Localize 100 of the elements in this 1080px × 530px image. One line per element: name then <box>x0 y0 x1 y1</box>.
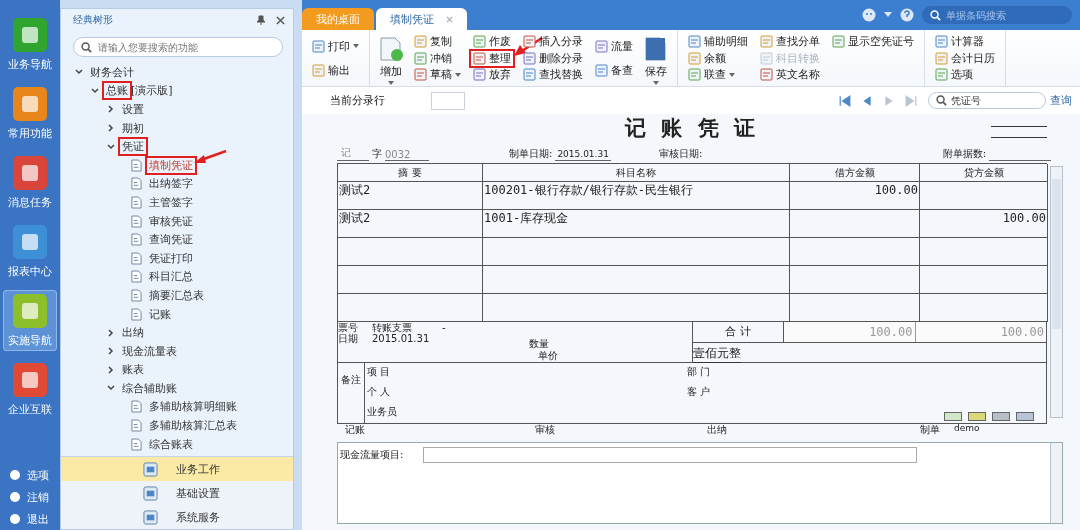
input-field[interactable] <box>423 447 918 463</box>
voucher-number: 0032 <box>385 149 429 161</box>
tree-item[interactable]: 设置 <box>120 102 146 117</box>
tree-item[interactable]: 出纳 <box>120 325 146 341</box>
previous-record-icon[interactable] <box>861 94 873 107</box>
toolbar-button[interactable]: 英文名称 <box>758 67 822 82</box>
query-link[interactable]: 查询 <box>1050 93 1072 108</box>
expander-icon[interactable] <box>107 124 115 133</box>
rail-item[interactable]: 业务导航 <box>3 14 57 75</box>
expander-icon[interactable] <box>107 347 115 356</box>
tree-item[interactable]: 期初 <box>120 120 146 136</box>
expander-icon[interactable] <box>107 142 115 151</box>
toolbar-button[interactable]: 流量 <box>593 38 635 54</box>
toolbar-button[interactable]: 备查 <box>593 62 635 78</box>
expander-icon[interactable] <box>107 384 115 393</box>
toolbar-button[interactable]: 查找替换 <box>521 67 585 82</box>
toolbar-button[interactable]: 辅助明细 <box>686 34 750 49</box>
toolbar-button[interactable]: 冲销 <box>412 50 463 66</box>
document-icon <box>131 288 142 302</box>
tree-item[interactable]: 财务会计 <box>88 64 136 80</box>
signature-label: 记账 <box>345 423 365 437</box>
rail-link[interactable]: 退出 <box>3 508 57 530</box>
tree-item[interactable]: 综合账表 <box>147 436 195 452</box>
expander-icon[interactable] <box>75 68 83 77</box>
toolbar-button[interactable]: 计算器 <box>933 34 997 49</box>
toolbar-button[interactable]: 会计日历 <box>933 50 997 66</box>
tree-item[interactable]: 综合辅助账 <box>120 380 179 396</box>
tree-item[interactable]: 摘要汇总表 <box>147 287 206 303</box>
rail-item[interactable]: 常用功能 <box>3 83 57 144</box>
toolbar-button[interactable]: 选项 <box>933 67 997 82</box>
toolbar-button[interactable]: 余额 <box>686 50 750 66</box>
tree-item[interactable]: 科目汇总 <box>147 269 195 285</box>
toolbar-button[interactable]: 输出 <box>310 62 361 78</box>
tree-item[interactable]: 总账 <box>104 83 130 99</box>
caret-icon[interactable] <box>884 12 892 18</box>
toolbar-button[interactable]: 草稿 <box>412 67 463 82</box>
document-icon <box>131 233 142 247</box>
help-icon[interactable] <box>900 8 914 22</box>
toolbar-button[interactable]: 删除分录 <box>521 50 585 66</box>
tree-item[interactable]: 凭证 <box>120 139 146 155</box>
tree-item[interactable]: 主管签字 <box>147 194 195 210</box>
toolbar-button[interactable]: 查找分单 <box>758 34 822 49</box>
search-icon <box>930 9 941 21</box>
toolbar-button[interactable]: 保存 <box>643 34 669 85</box>
field-label: 票号 <box>338 320 359 333</box>
tree-item[interactable]: 现金流量表 <box>120 343 179 359</box>
expander-icon[interactable] <box>107 105 115 114</box>
tree-item-note: [演示版] <box>131 83 173 99</box>
toolbar-button[interactable]: 打印 <box>310 38 361 54</box>
nav-item[interactable]: 业务工作 <box>61 457 293 481</box>
toolbar-button[interactable]: 整理 <box>471 50 513 66</box>
rail-item[interactable]: 企业互联 <box>3 359 57 420</box>
small-tool-icon[interactable] <box>992 412 1010 421</box>
pin-icon[interactable] <box>256 15 266 25</box>
input-field[interactable] <box>431 91 465 110</box>
small-tool-icon[interactable] <box>968 412 986 421</box>
tree-item[interactable]: 查询凭证 <box>147 232 195 248</box>
page-icon <box>414 51 427 65</box>
expander-icon[interactable] <box>107 328 115 337</box>
toolbar-button[interactable]: 作废 <box>471 34 513 49</box>
tree-item[interactable]: 出纳签字 <box>147 176 195 192</box>
tree-item[interactable]: 多辅助核算汇总表 <box>147 418 239 434</box>
document-icon <box>131 195 142 209</box>
rail-item[interactable]: 报表中心 <box>3 221 57 282</box>
rail-item[interactable]: 消息任务 <box>3 152 57 213</box>
first-record-icon[interactable] <box>839 94 851 107</box>
smiley-icon[interactable] <box>862 8 876 22</box>
tree-item[interactable]: 凭证打印 <box>147 250 195 266</box>
search-field[interactable]: 请输入您要搜索的功能 <box>73 37 283 57</box>
tree-item[interactable]: 多辅助核算明细账 <box>147 399 239 415</box>
page-icon <box>378 36 404 62</box>
column-header: 摘 要 <box>338 164 483 182</box>
expander-icon[interactable] <box>91 86 99 95</box>
nav-item[interactable]: 基础设置 <box>61 481 293 505</box>
rail-link[interactable]: 选项 <box>3 464 57 486</box>
toolbar-button[interactable]: 复制 <box>412 34 463 49</box>
expander-icon[interactable] <box>107 365 115 374</box>
search-field[interactable]: 凭证号 <box>928 92 1046 109</box>
scrollbar[interactable] <box>1050 166 1063 418</box>
small-tool-icon[interactable] <box>944 412 962 421</box>
small-tool-icon[interactable] <box>1016 412 1034 421</box>
search-icon <box>936 95 947 106</box>
tree-item[interactable]: 账表 <box>120 362 146 378</box>
tree-item[interactable]: 记账 <box>147 306 173 322</box>
rail-link[interactable]: 注销 <box>3 486 57 508</box>
nav-item[interactable]: 系统服务 <box>61 505 293 529</box>
toolbar-button[interactable]: 插入分录 <box>521 34 585 49</box>
search-field[interactable]: 单据条码搜索 <box>922 6 1072 24</box>
document-icon <box>131 307 142 321</box>
close-icon[interactable] <box>276 15 285 25</box>
tree-item[interactable]: 填制凭证 <box>147 157 195 173</box>
page-icon <box>760 51 773 65</box>
scrollbar[interactable] <box>1050 443 1062 523</box>
tab[interactable]: 填制凭证 <box>376 8 467 30</box>
toolbar-button[interactable]: 显示空凭证号 <box>830 34 916 49</box>
toolbar-button[interactable]: 增加 <box>378 34 404 85</box>
tree-item[interactable]: 审核凭证 <box>147 213 195 229</box>
toolbar-button[interactable]: 放弃 <box>471 67 513 82</box>
page-icon <box>473 51 486 65</box>
toolbar-button[interactable]: 联查 <box>686 67 750 82</box>
